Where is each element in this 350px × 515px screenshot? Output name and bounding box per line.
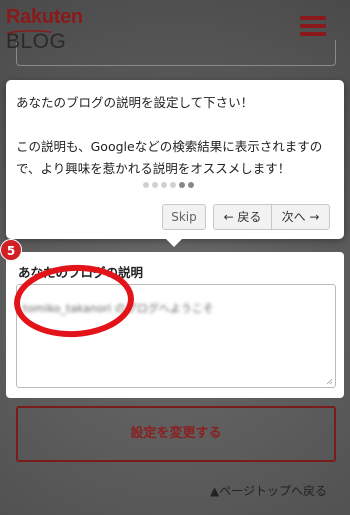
- tooltip-line-2: この説明も、Googleなどの検索結果に表示されますので、より興味を惹かれる説明…: [16, 139, 323, 176]
- tour-tooltip: あなたのブログの説明を設定して下さい！ この説明も、Googleなどの検索結果に…: [6, 80, 344, 239]
- step-dot: [188, 182, 194, 188]
- step-indicator-dots: [143, 182, 194, 190]
- step-dot: [143, 182, 149, 188]
- header: Rakuten BLOG: [0, 0, 350, 56]
- back-to-top-link[interactable]: ▲ページトップへ戻る: [210, 482, 327, 499]
- tooltip-line-1: あなたのブログの説明を設定して下さい！: [16, 95, 254, 110]
- tooltip-message: あなたのブログの説明を設定して下さい！ この説明も、Googleなどの検索結果に…: [16, 92, 336, 180]
- previous-button[interactable]: ← 戻る: [213, 204, 272, 230]
- blog-logo-text: BLOG: [6, 30, 67, 53]
- skip-button[interactable]: Skip: [162, 204, 206, 230]
- step-dot: [152, 182, 158, 188]
- next-button[interactable]: 次へ →: [271, 204, 330, 230]
- rakuten-logo[interactable]: Rakuten: [6, 6, 83, 29]
- step-dot: [161, 182, 167, 188]
- step-number-badge: 5: [0, 239, 22, 261]
- resize-handle-icon[interactable]: [326, 378, 333, 385]
- hamburger-menu-icon[interactable]: [300, 16, 326, 36]
- step-dot-current: [179, 182, 185, 188]
- save-settings-button[interactable]: 設定を変更する: [16, 406, 336, 462]
- tooltip-arrow: [165, 238, 183, 247]
- step-dot: [170, 182, 176, 188]
